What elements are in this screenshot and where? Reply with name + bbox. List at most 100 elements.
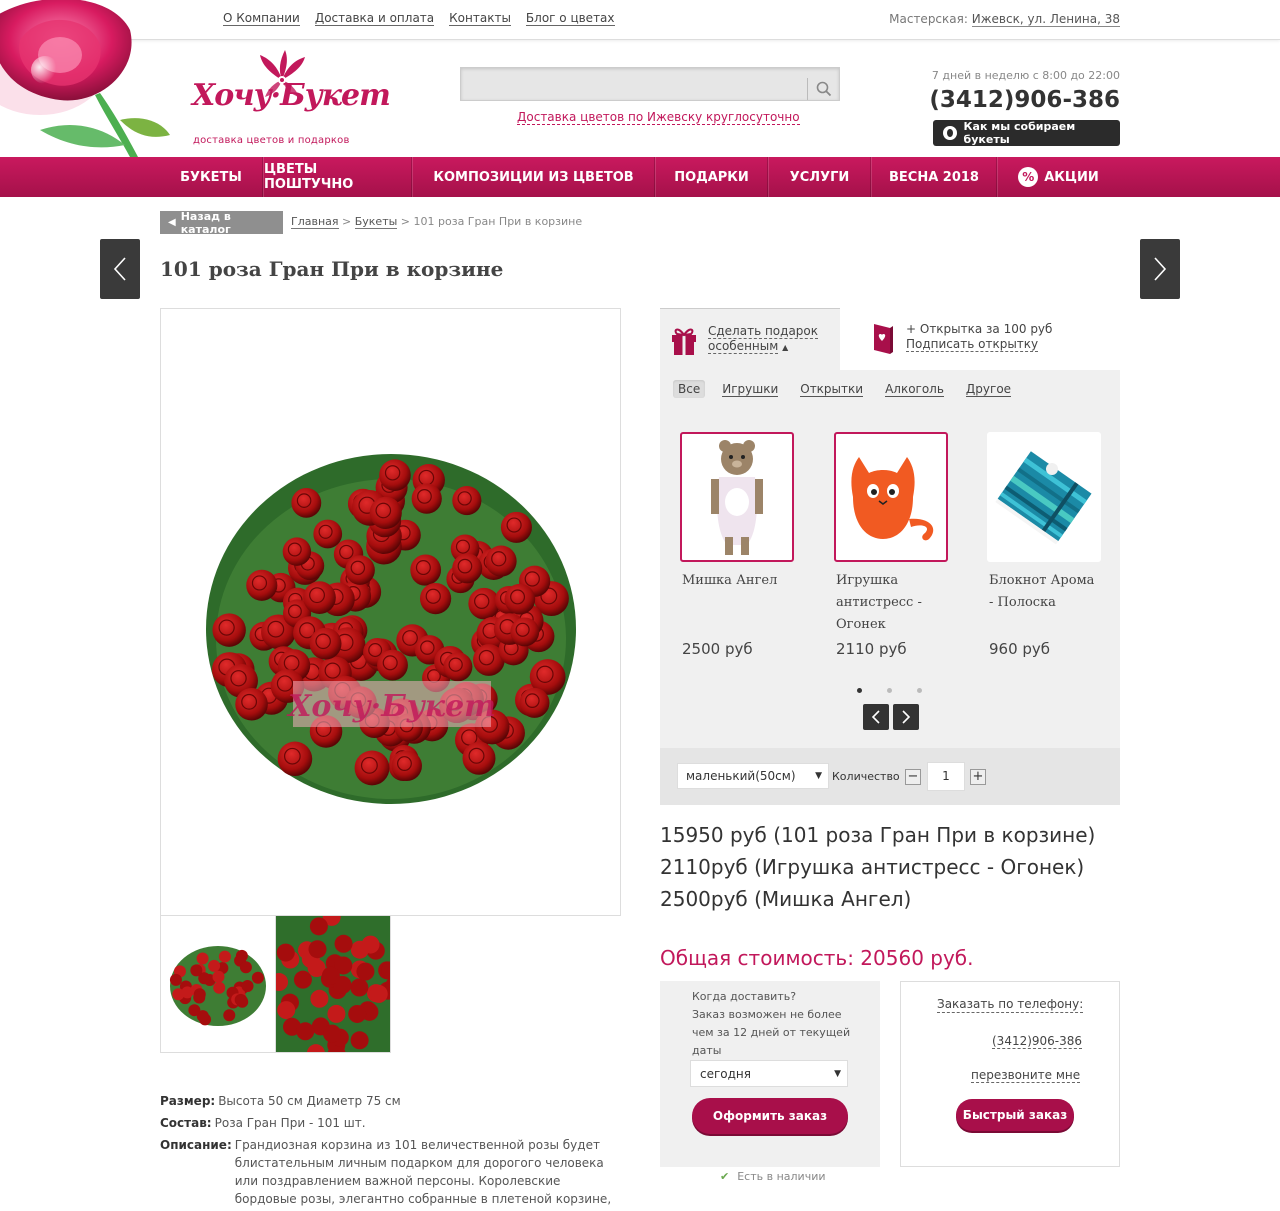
- nav-promotions[interactable]: % АКЦИИ: [997, 157, 1119, 197]
- size-value: Высота 50 см Диаметр 75 см: [218, 1094, 401, 1108]
- gift-image[interactable]: [834, 432, 948, 562]
- filter-all[interactable]: Все: [673, 380, 706, 398]
- nav-label: ВЕСНА 2018: [889, 169, 979, 185]
- quantity-plus-button[interactable]: +: [970, 769, 986, 785]
- search-field[interactable]: [461, 68, 801, 100]
- filter-label: Игрушки: [722, 382, 779, 397]
- striped-notebook-image: [995, 451, 1092, 545]
- filter-label: Алкоголь: [885, 382, 944, 397]
- filter-toys[interactable]: Игрушки: [717, 380, 783, 398]
- top-link-delivery[interactable]: Доставка и оплата: [314, 12, 435, 26]
- search-icon: [816, 81, 831, 97]
- breadcrumb-home[interactable]: Главная: [291, 215, 339, 229]
- postcard-price: + Открытка за 100 руб: [906, 322, 1053, 336]
- chevron-left-icon: [113, 257, 126, 281]
- nav-bouquets[interactable]: БУКЕТЫ: [160, 157, 263, 197]
- quantity-minus-button[interactable]: −: [905, 769, 921, 785]
- date-select-value: сегодня: [700, 1066, 751, 1081]
- tab-special-gift[interactable]: Сделать подарок особенным ▲: [660, 308, 840, 370]
- when-note: Заказ возможен не более чем за 12 дней о…: [692, 1008, 851, 1057]
- size-label: Размер:: [160, 1094, 216, 1108]
- special-gift-label: Сделать подарок особенным ▲: [708, 324, 819, 370]
- how-button-label: Как мы собираем букеты: [963, 120, 1076, 146]
- slider-dots: [857, 688, 922, 693]
- special-gift-line1: Сделать подарок: [708, 324, 819, 339]
- chevron-left-icon: [871, 710, 880, 724]
- logo-text: Хочу·Букет: [192, 78, 391, 113]
- delivery-24h-link[interactable]: Доставка цветов по Ижевску круглосуточно: [517, 110, 800, 125]
- thumbnail-2[interactable]: [270, 907, 404, 1064]
- check-icon: ✔: [720, 1170, 730, 1183]
- slider-dot-1[interactable]: [857, 688, 862, 693]
- gift-card-antistress[interactable]: Игрушка антистресс - Огонек 2110 руб: [834, 432, 949, 658]
- breadcrumb-sep: >: [342, 215, 352, 228]
- teddy-bear-image: [711, 440, 763, 555]
- price-breakdown: 15950 руб (101 роза Гран При в корзине) …: [660, 819, 1095, 915]
- gift-card-teddy[interactable]: Мишка Ангел 2500 руб: [680, 432, 795, 658]
- place-order-button[interactable]: Оформить заказ: [692, 1098, 848, 1134]
- gifts-next-button[interactable]: [893, 704, 919, 730]
- gifts-prev-button[interactable]: [863, 704, 889, 730]
- price-line-toy: 2110руб (Игрушка антистресс - Огонек): [660, 855, 1085, 879]
- nav-spring-2018[interactable]: ВЕСНА 2018: [871, 157, 997, 197]
- sign-postcard-link[interactable]: Подписать открытку: [906, 337, 1039, 352]
- price-line-bear: 2500руб (Мишка Ангел): [660, 887, 912, 911]
- nav-label: АКЦИИ: [1044, 169, 1099, 185]
- chevron-right-icon: [902, 710, 911, 724]
- order-phone-number[interactable]: (3412)906-386: [992, 1034, 1083, 1049]
- product-description: Размер: Высота 50 см Диаметр 75 см Состав…: [160, 1092, 620, 1211]
- next-product-button[interactable]: [1140, 239, 1180, 299]
- search-input[interactable]: [460, 67, 840, 101]
- description-text: Грандиозная корзина из 101 величественно…: [234, 1138, 612, 1211]
- nav-single-flowers[interactable]: ЦВЕТЫ ПОШТУЧНО: [263, 157, 412, 197]
- prev-product-button[interactable]: [100, 239, 140, 299]
- size-select-value: маленький(50см): [686, 769, 796, 783]
- description-label: Описание:: [160, 1138, 232, 1152]
- delivery-date-select[interactable]: сегодня ▼: [690, 1060, 848, 1087]
- back-to-catalog-button[interactable]: ◀ Назад в каталог: [160, 210, 283, 236]
- slider-dot-3[interactable]: [917, 688, 922, 693]
- gift-image[interactable]: [680, 432, 794, 562]
- gift-card-notebook[interactable]: Блокнот Арома - Полоска 960 руб: [987, 432, 1102, 658]
- top-link-contacts[interactable]: Контакты: [449, 12, 511, 26]
- quantity-input[interactable]: 1: [927, 762, 965, 791]
- thumbnail-1[interactable]: [160, 915, 276, 1053]
- tab-postcard[interactable]: + Открытка за 100 руб Подписать открытку: [872, 322, 1052, 354]
- arrow-left-icon: ◀: [168, 217, 176, 228]
- thumb-rose-basket: [169, 946, 266, 1026]
- nav-gifts[interactable]: ПОДАРКИ: [655, 157, 768, 197]
- product-image[interactable]: Хочу·Букет: [160, 308, 621, 916]
- caret-up-icon: ▲: [782, 343, 789, 352]
- logo-tagline: доставка цветов и подарков: [193, 135, 350, 146]
- callback-link[interactable]: перезвоните мне: [971, 1068, 1081, 1083]
- nav-services[interactable]: УСЛУГИ: [768, 157, 871, 197]
- quick-order-button[interactable]: Быстрый заказ: [956, 1099, 1074, 1131]
- size-select[interactable]: маленький(50см) ▼: [677, 763, 829, 789]
- price-line-bouquet: 15950 руб (101 роза Гран При в корзине): [660, 823, 1096, 847]
- nav-label: ЦВЕТЫ ПОШТУЧНО: [264, 162, 354, 192]
- top-link-about[interactable]: О Компании: [223, 12, 300, 26]
- filter-other[interactable]: Другое: [961, 380, 1016, 398]
- filter-cards[interactable]: Открытки: [795, 380, 868, 398]
- breadcrumb-bouquets[interactable]: Букеты: [354, 215, 398, 229]
- nav-compositions[interactable]: КОМПОЗИЦИИ ИЗ ЦВЕТОВ: [412, 157, 655, 197]
- gift-name: Игрушка антистресс - Огонек: [836, 573, 922, 632]
- delivery-date-prompt: Когда доставить? Заказ возможен не более…: [692, 988, 852, 1060]
- gift-price: 960 руб: [989, 640, 1051, 658]
- workshop-address: Мастерская: Ижевск, ул. Ленина, 38: [889, 12, 1120, 27]
- header-phone[interactable]: (3412)906-386: [929, 87, 1120, 113]
- nav-label: КОМПОЗИЦИИ ИЗ ЦВЕТОВ: [433, 169, 634, 185]
- gift-image[interactable]: [987, 432, 1101, 562]
- order-by-phone-label[interactable]: Заказать по телефону:: [937, 997, 1084, 1013]
- search-button[interactable]: [807, 78, 839, 100]
- working-hours: 7 дней в неделю с 8:00 до 22:00: [931, 69, 1120, 82]
- caret-down-icon: ▼: [834, 1068, 841, 1079]
- top-link-blog[interactable]: Блог о цветах: [525, 12, 615, 26]
- rose-basket-image: Хочу·Букет: [206, 454, 576, 804]
- how-we-make-bouquets-button[interactable]: Как мы собираем букеты: [933, 120, 1120, 146]
- slider-dot-2[interactable]: [887, 688, 892, 693]
- filter-alcohol[interactable]: Алкоголь: [880, 380, 949, 398]
- workshop-address-link[interactable]: Ижевск, ул. Ленина, 38: [971, 12, 1120, 27]
- breadcrumb-current: 101 роза Гран При в корзине: [413, 215, 583, 228]
- gift-icon: [672, 328, 696, 355]
